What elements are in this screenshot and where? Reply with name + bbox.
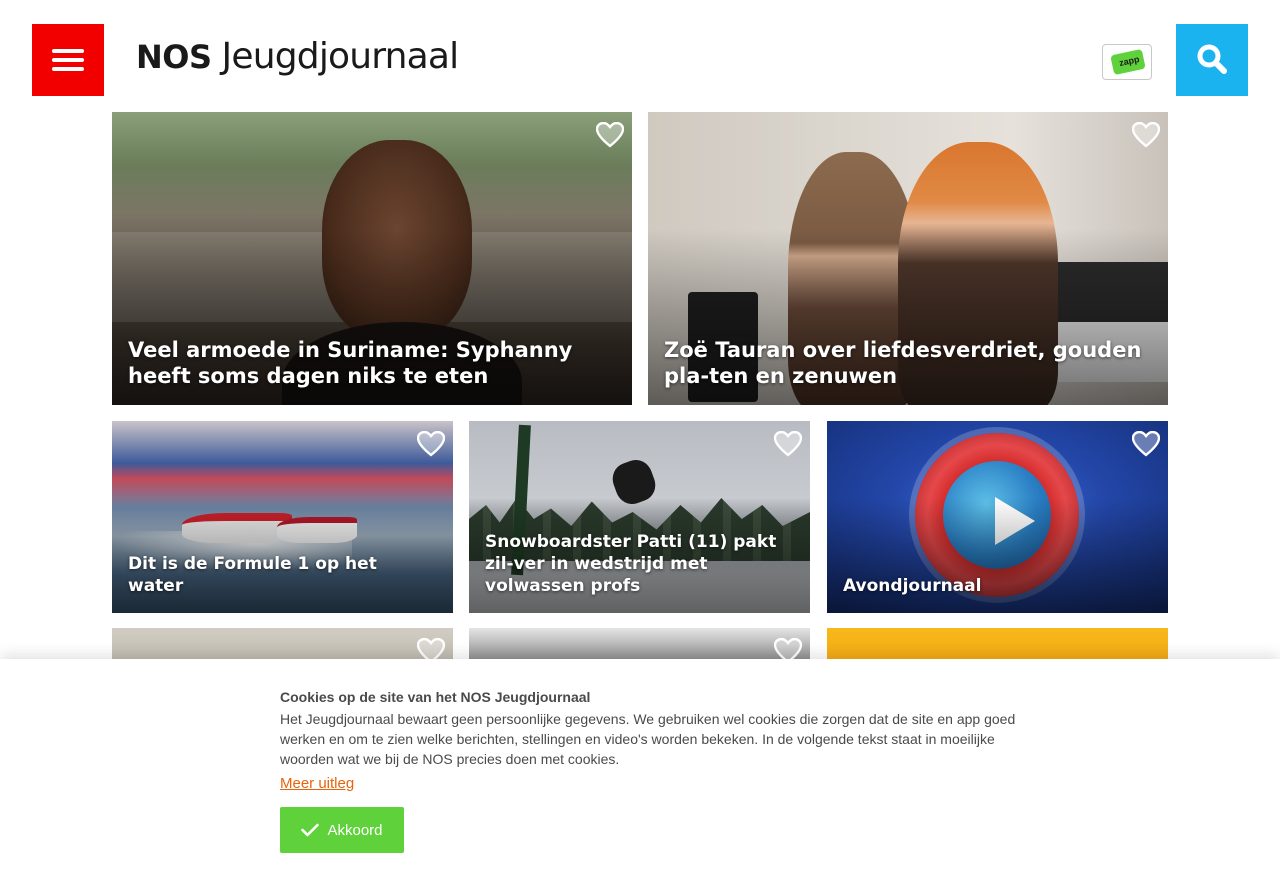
search-button[interactable] bbox=[1176, 24, 1248, 96]
checkmark-icon bbox=[301, 823, 320, 837]
site-logo[interactable]: NOS Jeugdjournaal bbox=[136, 36, 460, 84]
article-card[interactable]: Snowboardster Patti (11) pakt zil-ver in… bbox=[469, 421, 810, 613]
article-card[interactable]: Veel armoede in Suriname: Syphanny heeft… bbox=[112, 112, 632, 405]
search-icon bbox=[1197, 44, 1227, 74]
heart-icon[interactable] bbox=[1132, 431, 1160, 457]
cookie-title: Cookies op de site van het NOS Jeugdjour… bbox=[280, 689, 591, 705]
logo-brand: NOS bbox=[136, 38, 212, 76]
hamburger-menu-icon bbox=[52, 49, 84, 53]
accept-label: Akkoord bbox=[327, 821, 383, 839]
article-title: Zoë Tauran over liefdesverdriet, gouden … bbox=[664, 338, 1142, 388]
cookie-text: Het Jeugdjournaal bewaart geen persoonli… bbox=[280, 711, 1016, 767]
heart-icon[interactable] bbox=[417, 431, 445, 457]
article-title: Snowboardster Patti (11) pakt zil-ver in… bbox=[485, 532, 777, 596]
hamburger-menu-icon bbox=[52, 67, 84, 71]
article-card[interactable]: Avondjournaal bbox=[827, 421, 1168, 613]
article-card[interactable]: Dit is de Formule 1 op het water bbox=[112, 421, 453, 613]
article-title: Avondjournaal bbox=[843, 576, 982, 596]
heart-icon[interactable] bbox=[774, 431, 802, 457]
more-info-link[interactable]: Meer uitleg bbox=[280, 775, 354, 792]
article-card[interactable]: Zoë Tauran over liefdesverdriet, gouden … bbox=[648, 112, 1168, 405]
site-header: NOS Jeugdjournaal zapp bbox=[0, 0, 1280, 112]
zapp-button[interactable]: zapp bbox=[1102, 44, 1152, 80]
article-title: Veel armoede in Suriname: Syphanny heeft… bbox=[128, 338, 573, 388]
heart-icon[interactable] bbox=[1132, 122, 1160, 148]
accept-button[interactable]: Akkoord bbox=[280, 807, 404, 853]
heart-icon[interactable] bbox=[596, 122, 624, 148]
hamburger-menu-icon bbox=[52, 58, 84, 62]
article-title: Dit is de Formule 1 op het water bbox=[128, 554, 377, 596]
menu-button[interactable] bbox=[32, 24, 104, 96]
logo-name: Jeugdjournaal bbox=[221, 36, 460, 77]
cookie-banner: Cookies op de site van het NOS Jeugdjour… bbox=[0, 659, 1280, 887]
